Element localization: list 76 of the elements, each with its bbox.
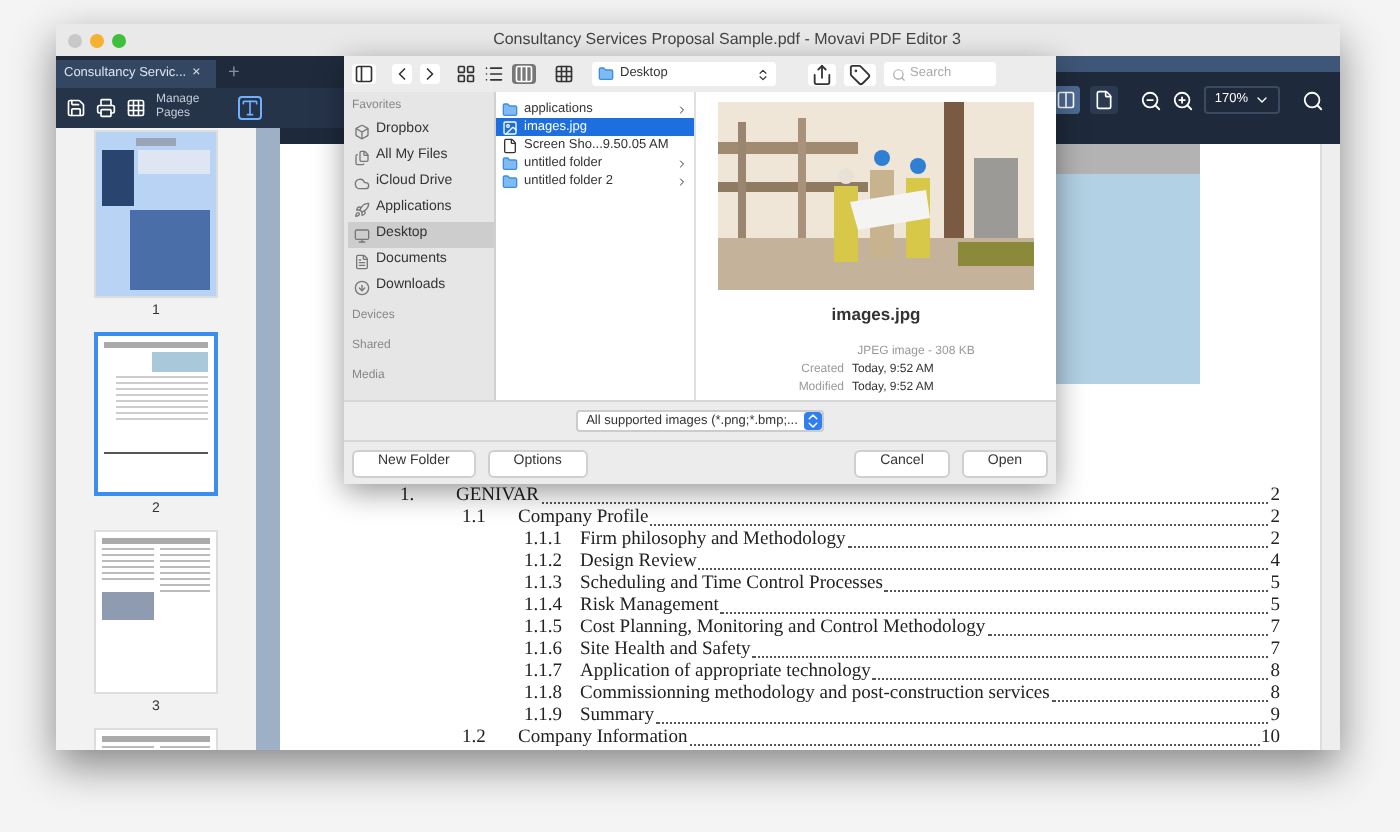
toc-entry[interactable]: Company Information: [518, 728, 688, 750]
print-icon[interactable]: [96, 98, 116, 118]
preview-file-name: images.jpg: [831, 302, 921, 328]
toc-number: 1.1.3: [524, 574, 564, 596]
toc-page-number: 4: [1270, 552, 1280, 574]
file-icon: [502, 137, 518, 153]
window-title: Consultancy Services Proposal Sample.pdf - Movavi PDF Editor 3: [491, 28, 963, 52]
tag-icon[interactable]: [844, 63, 876, 85]
toc-page-number: 8: [1270, 684, 1280, 706]
toc-number: 1.2: [462, 728, 488, 750]
toc-page-number: 8: [1270, 662, 1280, 684]
toc-page-number: 10: [1261, 728, 1280, 750]
sidebar-toggle-icon[interactable]: [352, 64, 376, 84]
chevron-right-icon: [676, 103, 688, 115]
arrange-icon[interactable]: [552, 64, 576, 84]
toc-entry[interactable]: Site Health and Safety: [580, 640, 751, 662]
search-icon[interactable]: [1302, 89, 1324, 111]
page-header-bar: [1056, 144, 1200, 174]
toc-page-number: 2: [1270, 508, 1280, 530]
page-thumbnail[interactable]: [94, 332, 218, 496]
folder-icon: [598, 66, 614, 82]
toc-number: 1.1.1: [524, 530, 564, 552]
download-icon: [354, 279, 370, 295]
sidebar-scrollbar[interactable]: [256, 128, 280, 750]
cloud-icon: [354, 175, 370, 191]
toc-page-number: 9: [1270, 706, 1280, 728]
toc-page-number: 2: [1270, 486, 1280, 508]
toc-page-number: 5: [1270, 574, 1280, 596]
list-view-icon[interactable]: [484, 64, 504, 84]
share-icon[interactable]: [808, 63, 836, 85]
toc-number: 1.1.2: [524, 552, 564, 574]
toc-entry[interactable]: Scheduling and Time Control Processes: [580, 574, 883, 596]
toc-entry[interactable]: Commissionning methodology and post-construction services: [580, 684, 1050, 706]
single-page-view-button[interactable]: [1090, 86, 1119, 114]
icon-view-icon[interactable]: [456, 64, 476, 84]
toc-entry[interactable]: Firm philosophy and Methodology: [580, 530, 846, 552]
updown-icon: [756, 67, 770, 81]
files-icon: [354, 149, 370, 165]
toc-page-number: 2: [1270, 530, 1280, 552]
toc-entry[interactable]: Design Review: [580, 552, 697, 574]
monitor-icon: [354, 227, 370, 243]
toc-number: 1.1.4: [524, 596, 564, 618]
toc-number: 1.1.5: [524, 618, 564, 640]
toc-entry[interactable]: Summary: [580, 706, 654, 728]
toc-number: 1.1.9: [524, 706, 564, 728]
search-icon: [892, 67, 906, 81]
column-view-icon[interactable]: [512, 64, 536, 84]
chevron-down-icon: [1254, 92, 1270, 108]
save-icon[interactable]: [66, 98, 86, 118]
box-icon: [354, 123, 370, 139]
toc-page-number: 7: [1270, 618, 1280, 640]
grid-icon[interactable]: [126, 98, 146, 118]
zoom-out-icon[interactable]: [1140, 89, 1163, 111]
toc-entry[interactable]: Risk Management: [580, 596, 719, 618]
updown-icon: [803, 412, 822, 430]
new-tab-button[interactable]: +: [228, 60, 240, 88]
toc-entry[interactable]: GENIVAR: [456, 486, 540, 508]
toc-number: 1.: [400, 486, 417, 508]
folder-icon: [502, 101, 518, 117]
zoom-in-icon[interactable]: [1172, 89, 1195, 111]
toc-number: 1.1.7: [524, 662, 564, 684]
document-icon: [354, 253, 370, 269]
rocket-icon: [354, 201, 370, 217]
toc-page-number: 7: [1270, 640, 1280, 662]
forward-icon[interactable]: [420, 64, 440, 84]
toc-entry[interactable]: Cost Planning, Monitoring and Control Methodology: [580, 618, 986, 640]
back-icon[interactable]: [392, 64, 412, 84]
image-icon: [502, 119, 518, 135]
toc-number: 1.1.8: [524, 684, 564, 706]
toc-entry[interactable]: Company Profile: [518, 508, 649, 530]
text-tool-icon[interactable]: [238, 96, 262, 120]
toc-page-number: 5: [1270, 596, 1280, 618]
toc-entry[interactable]: Application of appropriate technology: [580, 662, 871, 684]
toc-number: 1.1.6: [524, 640, 564, 662]
toc-number: 1.1: [462, 508, 488, 530]
document-scrollbar[interactable]: [1320, 144, 1340, 750]
